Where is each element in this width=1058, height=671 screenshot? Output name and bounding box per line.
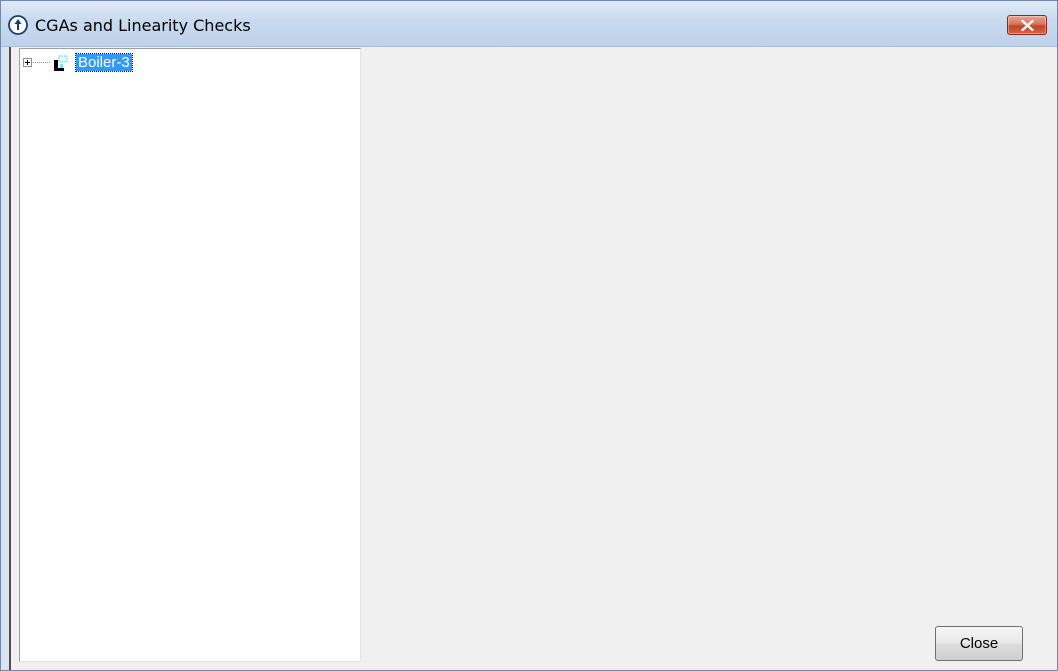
title-bar[interactable]: CGAs and Linearity Checks — [1, 1, 1057, 47]
tree-view[interactable]: Boiler-3 — [19, 48, 361, 662]
window-title: CGAs and Linearity Checks — [35, 16, 251, 35]
expand-plus-icon[interactable] — [23, 58, 32, 67]
status-strip — [11, 662, 1057, 670]
tree-node-boiler[interactable]: Boiler-3 — [20, 49, 360, 72]
dialog-window: CGAs and Linearity Checks Boiler-3 Close — [0, 0, 1058, 671]
boiler-unit-icon — [50, 55, 70, 71]
tree-node-label[interactable]: Boiler-3 — [75, 53, 133, 72]
window-close-button[interactable] — [1007, 15, 1047, 35]
close-button[interactable]: Close — [935, 626, 1023, 661]
window-frame-edge — [9, 47, 11, 670]
tree-connector-line — [33, 62, 51, 63]
app-logo-icon — [8, 15, 28, 35]
